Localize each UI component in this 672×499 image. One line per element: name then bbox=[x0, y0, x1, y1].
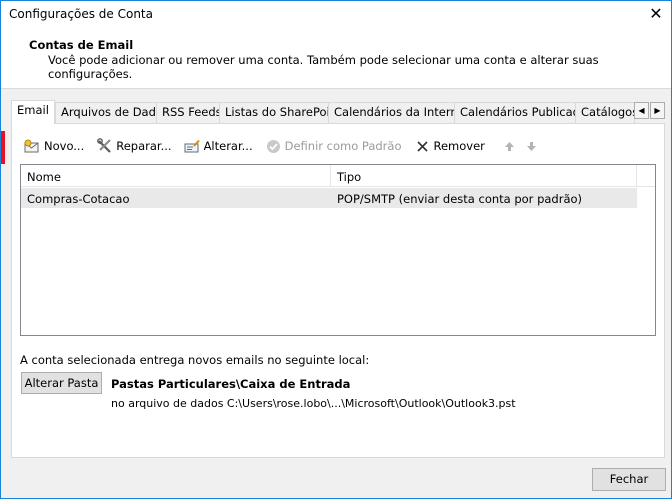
tab-scroll-controls: ◀ ▶ bbox=[633, 102, 665, 119]
account-name-cell: Compras-Cotacao bbox=[27, 192, 130, 206]
change-folder-button[interactable]: Alterar Pasta bbox=[21, 372, 102, 394]
tab-scroll-left-icon[interactable]: ◀ bbox=[634, 102, 649, 119]
table-row[interactable]: Compras-Cotacao POP/SMTP (enviar desta c… bbox=[21, 188, 637, 208]
new-mail-icon bbox=[24, 138, 41, 154]
repair-account-label: Reparar... bbox=[116, 139, 172, 153]
remove-account-button[interactable]: Remover bbox=[412, 136, 489, 156]
column-header-name[interactable]: Nome bbox=[21, 165, 331, 186]
tab-rss-feeds[interactable]: RSS Feeds bbox=[156, 102, 228, 123]
tab-address-books[interactable]: Catálogos bbox=[575, 102, 635, 123]
close-button[interactable]: Fechar bbox=[592, 468, 666, 491]
new-account-button[interactable]: Novo... bbox=[22, 136, 88, 156]
change-account-button[interactable]: Alterar... bbox=[182, 136, 257, 156]
close-icon[interactable]: ✕ bbox=[645, 3, 667, 25]
header-title: Contas de Email bbox=[29, 38, 134, 52]
account-settings-window: Configurações de Conta ✕ Contas de Email… bbox=[0, 0, 672, 499]
repair-account-button[interactable]: Reparar... bbox=[94, 136, 175, 156]
remove-account-label: Remover bbox=[433, 139, 485, 153]
tab-scroll-right-icon[interactable]: ▶ bbox=[650, 102, 665, 119]
accounts-list[interactable]: Nome Tipo Compras-Cotacao POP/SMTP (envi… bbox=[20, 164, 656, 336]
email-tab-panel: Novo... Reparar... Alterar... Definir co… bbox=[11, 123, 665, 458]
account-type-cell: POP/SMTP (enviar desta conta por padrão) bbox=[337, 192, 583, 206]
data-file-path: no arquivo de dados C:\Users\rose.lobo\.… bbox=[111, 397, 516, 410]
column-header-type[interactable]: Tipo bbox=[331, 165, 637, 186]
background-window-edge bbox=[1, 131, 5, 164]
move-up-icon[interactable] bbox=[503, 139, 517, 153]
set-default-label: Definir como Padrão bbox=[284, 139, 402, 153]
change-account-label: Alterar... bbox=[203, 139, 253, 153]
window-title: Configurações de Conta bbox=[9, 7, 153, 21]
remove-x-icon bbox=[414, 138, 431, 154]
delivery-folder: Pastas Particulares\Caixa de Entrada bbox=[111, 377, 351, 391]
accounts-list-header: Nome Tipo bbox=[21, 165, 655, 187]
header-description: Você pode adicionar ou remover uma conta… bbox=[48, 53, 599, 81]
tab-bar: Email Arquivos de Dados RSS Feeds Listas… bbox=[11, 100, 665, 124]
header-panel: Contas de Email Você pode adicionar ou r… bbox=[1, 28, 671, 89]
title-bar: Configurações de Conta ✕ bbox=[1, 1, 671, 28]
new-account-label: Novo... bbox=[44, 139, 85, 153]
tools-icon bbox=[96, 138, 113, 154]
set-default-button[interactable]: Definir como Padrão bbox=[263, 136, 406, 156]
tab-email[interactable]: Email bbox=[11, 100, 55, 124]
checkmark-icon bbox=[265, 138, 282, 154]
delivery-location-label: A conta selecionada entrega novos emails… bbox=[20, 353, 370, 367]
edit-card-icon bbox=[184, 138, 201, 154]
move-down-icon[interactable] bbox=[525, 139, 539, 153]
account-toolbar: Novo... Reparar... Alterar... Definir co… bbox=[22, 136, 539, 156]
